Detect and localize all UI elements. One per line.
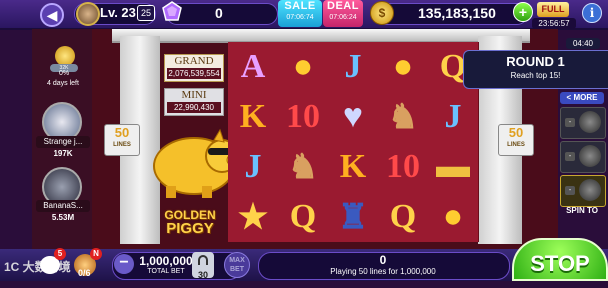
info-button[interactable]: i (582, 3, 602, 23)
reel-symbol: ● (392, 48, 414, 85)
reel-symbol: K (339, 148, 367, 185)
piggy-bank-days-left: 4 days left (47, 80, 79, 87)
round-title: ROUND 1 (506, 54, 565, 69)
decrease-bet-button[interactable]: − (114, 254, 134, 274)
rank-placeholder: - (565, 152, 575, 161)
level-label: Lv. 23 (100, 5, 136, 20)
playing-description: Playing 50 lines for 1,000,000 (330, 267, 436, 276)
sale-timer: 07:06:74 (286, 14, 314, 21)
golden-piggy-logo: GOLDEN PIGGY (158, 208, 222, 242)
avatar (579, 145, 601, 167)
sale-button[interactable]: SALE 07:06:74 (278, 0, 322, 27)
chat-badge: 5 (54, 248, 66, 260)
leaderboard-slot[interactable]: - (560, 141, 606, 173)
golden-pig-icon (153, 128, 240, 198)
total-bet-label: TOTAL BET (147, 268, 185, 275)
round-subtitle: Reach top 15! (510, 71, 561, 80)
bet-lock-button[interactable]: 30 (192, 252, 214, 280)
spin-to-label: SPIN TO (566, 206, 598, 215)
player-coins: 197K (53, 149, 73, 158)
mini-label: MINI (181, 89, 207, 101)
max-bet-label: BET (230, 266, 244, 273)
back-button[interactable]: ◀ (40, 3, 64, 27)
reel-symbol: 10 (386, 148, 420, 185)
piggy-bank-percent: 0% (58, 70, 70, 77)
lock-icon (198, 255, 208, 265)
reel-symbol: A (240, 48, 266, 85)
reel: ● ♞ 10 Q (378, 42, 429, 242)
total-bet-value: 1,000,000 (139, 254, 193, 268)
level-badge: 25 (137, 5, 155, 21)
mini-value: 22,990,430 (167, 102, 221, 113)
watermark: 1C 大数跨境 (4, 260, 71, 274)
coin-icon: $ (370, 1, 394, 25)
round-timer: 04:40 (566, 38, 600, 49)
lines-label: LINES (113, 142, 131, 148)
max-bet-button[interactable]: MAX BET (224, 252, 250, 278)
deal-button[interactable]: DEAL 07:06:24 (323, 0, 363, 27)
grand-value: 2,076,539,554 (167, 68, 221, 79)
reel-symbol: ♞ (287, 149, 319, 186)
buy-coins-button[interactable]: + (513, 2, 533, 22)
logo-line-2: PIGGY (166, 220, 214, 237)
lines-indicator-right: 50 LINES (498, 124, 534, 156)
player-coins: 5.53M (51, 213, 75, 222)
max-bet-label: MAX (229, 257, 245, 264)
reel: ● 10 ♞ Q (278, 42, 329, 242)
rank-placeholder: - (565, 118, 575, 127)
coin-count: 135,183,150 (418, 5, 496, 21)
win-value: 0 (379, 253, 387, 267)
rank-placeholder: - (565, 186, 575, 195)
reel-symbol: ▬ (436, 148, 470, 185)
lines-indicator-left: 50 LINES (104, 124, 140, 156)
deal-timer: 07:06:24 (329, 14, 357, 21)
stop-button[interactable]: STOP (512, 238, 608, 281)
reel-symbol: J (244, 148, 262, 185)
reel: J ♥ K ♜ (328, 42, 379, 242)
player-name: BananaS... (36, 200, 90, 212)
new-badge: N (90, 248, 102, 260)
reel-symbol: ♥ (342, 98, 364, 135)
deal-label: DEAL (327, 0, 359, 12)
reel-symbol: ★ (237, 199, 269, 236)
piggy-bank-icon[interactable] (55, 46, 75, 66)
player-name: Strange j... (36, 136, 90, 148)
grand-jackpot: GRAND 2,076,539,554 (164, 54, 224, 82)
avatar[interactable] (76, 2, 100, 26)
lines-number: 50 (114, 125, 130, 140)
reel-symbol: ● (292, 48, 314, 85)
reel-symbol: ♞ (387, 99, 419, 136)
sale-label: SALE (284, 0, 316, 12)
lines-label: LINES (507, 142, 525, 148)
reel-symbol: Q (389, 198, 417, 235)
reels-grid[interactable]: A K J ★ ● 10 ♞ Q J ♥ K ♜ ● ♞ 10 Q Q J ▬ ● (228, 42, 479, 242)
reel-symbol: Q (289, 198, 317, 235)
reel-symbol: J (444, 98, 462, 135)
reel-symbol: ● (442, 198, 464, 235)
gem-icon (162, 1, 182, 21)
avatar (579, 111, 601, 133)
full-badge[interactable]: FULL (537, 2, 569, 17)
reel-symbol: J (344, 48, 362, 85)
gem-count: 0 (215, 5, 223, 21)
lock-number: 30 (197, 270, 208, 280)
reel-symbol: ♜ (337, 199, 369, 236)
leaderboard-slot[interactable]: - (560, 107, 606, 139)
grand-label: GRAND (174, 55, 214, 67)
more-button[interactable]: < MORE (560, 92, 604, 104)
reel-symbol: 10 (286, 98, 320, 135)
full-timer: 23:56:57 (532, 18, 576, 29)
reel: A K J ★ (228, 42, 279, 242)
reel-symbol: K (239, 98, 267, 135)
avatar (579, 179, 601, 201)
mini-jackpot: MINI 22,990,430 (164, 88, 224, 116)
temple-pediment (112, 29, 530, 43)
lines-number: 50 (508, 125, 524, 140)
mission-count: 0/6 (78, 268, 91, 278)
leaderboard-slot[interactable]: - (560, 175, 606, 207)
